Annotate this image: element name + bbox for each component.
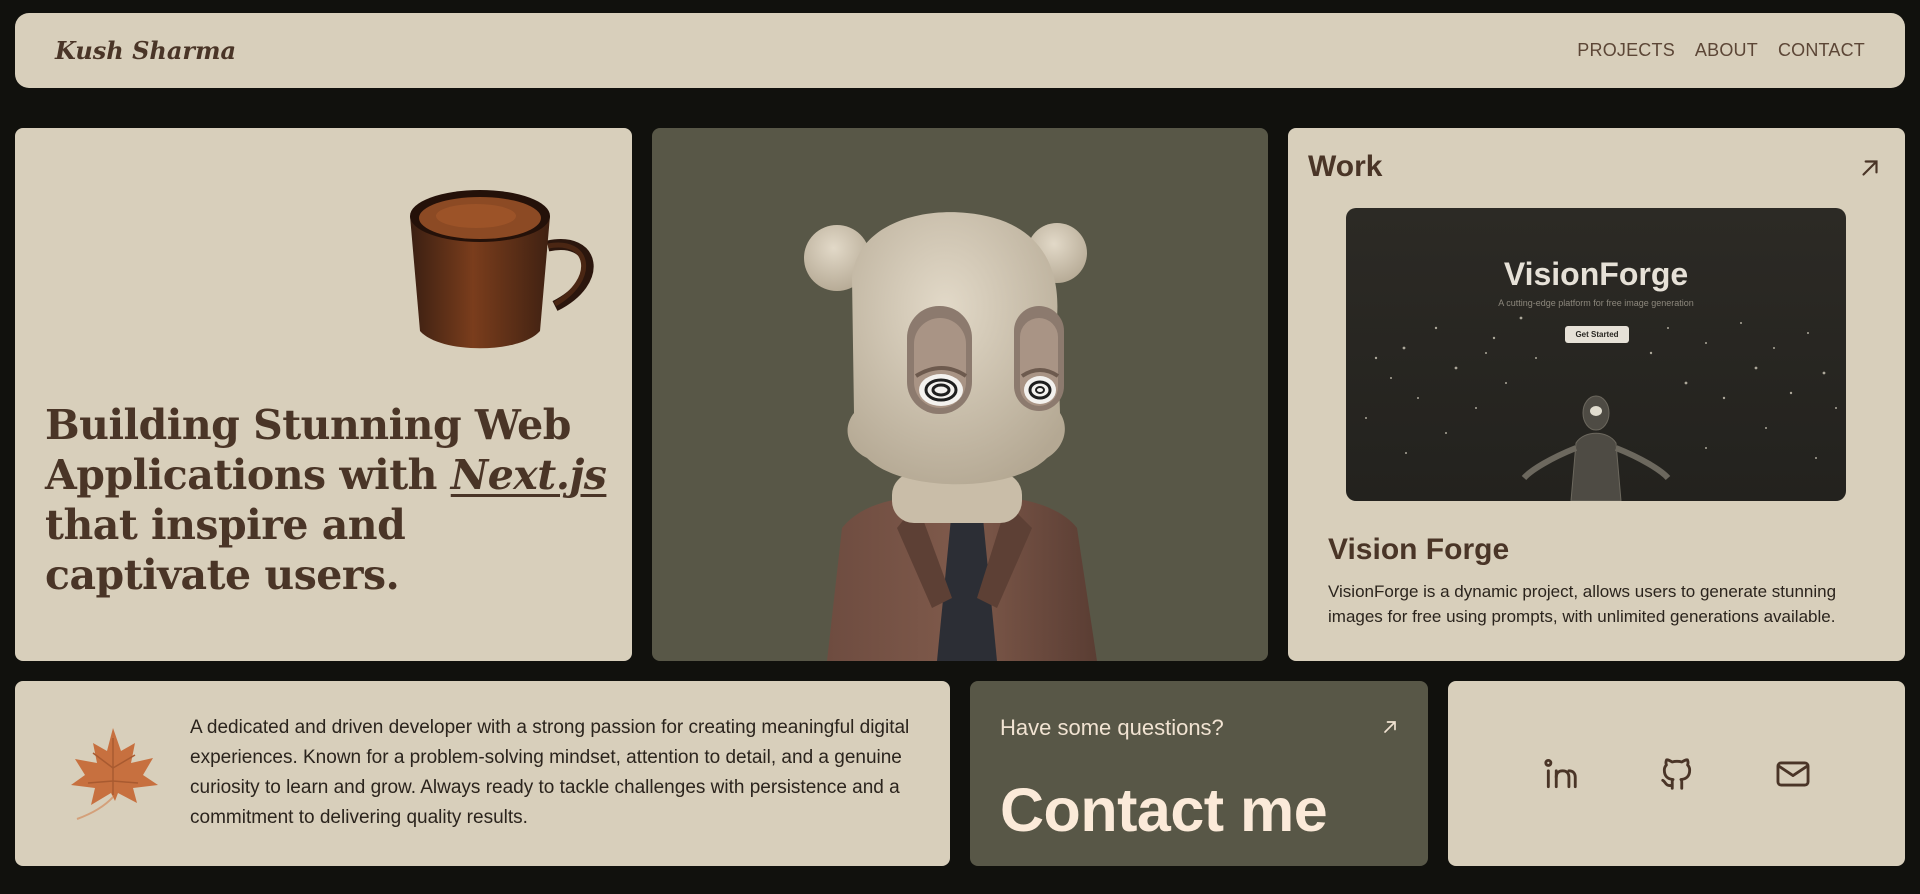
social-links-card <box>1448 681 1905 866</box>
project-screenshot[interactable]: VisionForge A cutting-edge platform for … <box>1346 208 1846 501</box>
particle-robot-background <box>1365 316 1837 501</box>
coffee-mug-illustration <box>410 190 594 349</box>
arrow-up-right-icon <box>1384 721 1396 733</box>
balaclava-character-illustration <box>804 212 1097 661</box>
hero-card: Building Stunning Web Applications with … <box>15 128 632 661</box>
project-name: Vision Forge <box>1328 533 1510 566</box>
contact-card[interactable]: Have some questions? Contact me <box>970 681 1428 866</box>
headline-text-part2: that inspire and captivate users. <box>45 501 406 599</box>
main-nav: PROJECTS ABOUT CONTACT <box>1577 40 1865 61</box>
contact-me-heading[interactable]: Contact me <box>1000 775 1328 845</box>
character-avatar-card <box>652 128 1268 661</box>
github-icon[interactable] <box>1658 755 1696 793</box>
maple-leaf-icon <box>71 728 158 820</box>
screenshot-title: VisionForge <box>1503 256 1689 292</box>
nav-about-link[interactable]: ABOUT <box>1695 40 1758 61</box>
arrow-up-right-icon[interactable] <box>1857 155 1883 181</box>
work-card[interactable]: Work VisionForge A cutting-edge platform… <box>1288 128 1905 661</box>
mail-icon[interactable] <box>1774 755 1812 793</box>
hero-headline: Building Stunning Web Applications with … <box>45 400 615 600</box>
screenshot-subtitle: A cutting-edge platform for free image g… <box>1498 298 1694 308</box>
project-description: VisionForge is a dynamic project, allows… <box>1328 582 1837 626</box>
work-title: Work <box>1308 150 1383 183</box>
site-logo[interactable]: Kush Sharma <box>55 36 236 65</box>
linkedin-icon[interactable] <box>1542 755 1580 793</box>
about-description: A dedicated and driven developer with a … <box>190 717 910 828</box>
site-header: Kush Sharma PROJECTS ABOUT CONTACT <box>15 13 1905 88</box>
nav-projects-link[interactable]: PROJECTS <box>1577 40 1675 61</box>
headline-emphasis: Next.js <box>450 451 607 499</box>
contact-question: Have some questions? <box>1000 715 1224 740</box>
about-card: A dedicated and driven developer with a … <box>15 681 950 866</box>
nav-contact-link[interactable]: CONTACT <box>1778 40 1865 61</box>
get-started-button[interactable]: Get Started <box>1565 326 1629 343</box>
